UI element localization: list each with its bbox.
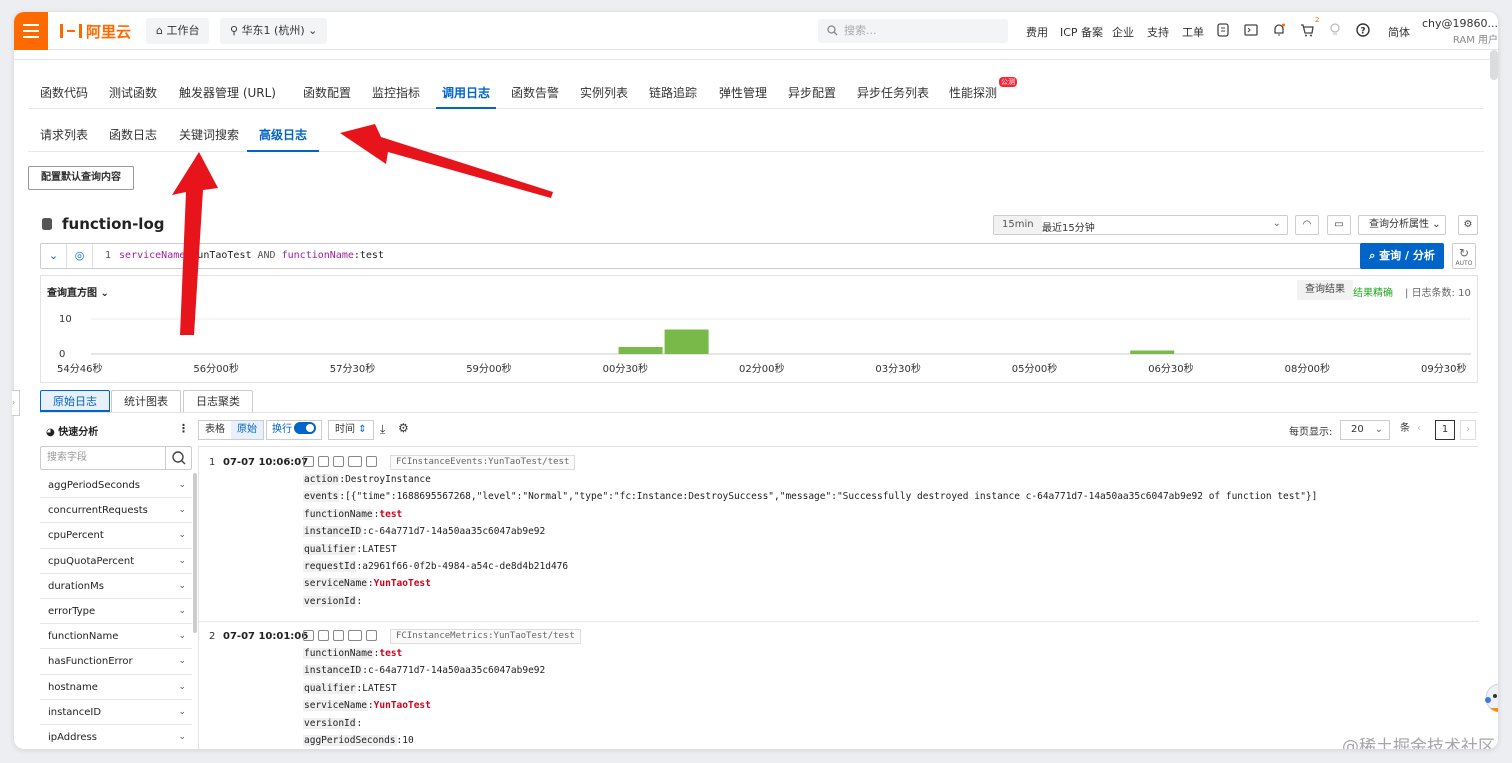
annotation-arrows bbox=[172, 124, 553, 335]
annotation-arrow-up bbox=[172, 152, 218, 335]
sidebar-expand-icon[interactable]: › bbox=[12, 390, 20, 416]
browser-frame: 阿里云 ⌂ 工作台 ⚲ 华东1 (杭州) ⌄ 搜索... 费用 ICP 备案 企… bbox=[14, 12, 1498, 749]
annotation-arrow-left bbox=[340, 124, 553, 198]
